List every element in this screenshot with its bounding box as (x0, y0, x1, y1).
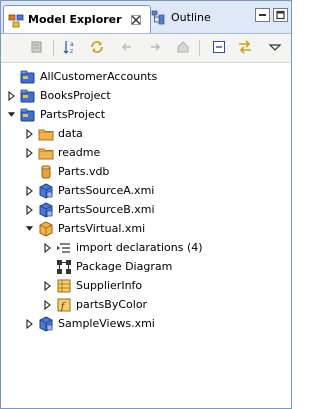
source-model-icon (38, 182, 54, 199)
project-icon (20, 69, 36, 85)
new-model-icon[interactable] (29, 39, 45, 55)
diagram-icon (56, 259, 72, 275)
toolbar-separator (199, 40, 200, 56)
tree-item-label: readme (58, 146, 101, 159)
tree-item-label: SupplierInfo (76, 279, 143, 292)
vdb-icon (38, 164, 54, 180)
folder-icon (38, 145, 54, 161)
sort-alphabetical-icon[interactable]: az (63, 39, 79, 55)
tree-item[interactable]: PartsSourceA.xmi (25, 181, 154, 200)
close-icon[interactable] (130, 14, 142, 26)
tab-model-explorer[interactable]: Model Explorer (3, 5, 151, 33)
outline-icon (151, 9, 167, 25)
tree-item[interactable]: data (25, 124, 83, 143)
tree-item-label: AllCustomerAccounts (40, 70, 158, 83)
source-model-icon (38, 315, 54, 332)
tree-item[interactable]: SampleViews.xmi (25, 314, 155, 333)
tree-item[interactable]: SupplierInfo (43, 276, 142, 295)
tree-item-label: PartsSourceA.xmi (58, 184, 155, 197)
expand-arrow-icon[interactable] (25, 200, 34, 219)
tree-item[interactable]: readme (25, 143, 100, 162)
forward-icon[interactable] (147, 39, 163, 55)
tab-label: Outline (171, 10, 211, 24)
tree-item[interactable]: Parts.vdb (25, 162, 109, 181)
expand-arrow-icon[interactable] (43, 276, 52, 295)
sync-icon[interactable] (237, 39, 253, 55)
expand-arrow-icon[interactable] (25, 314, 34, 333)
back-icon[interactable] (119, 39, 135, 55)
tree-item-label: Parts.vdb (58, 165, 110, 178)
tree-item-label: PartsSourceB.xmi (58, 203, 155, 216)
tab-outline[interactable]: Outline (151, 5, 221, 29)
home-icon[interactable] (175, 39, 191, 55)
expand-arrow-icon[interactable] (25, 124, 34, 143)
source-model-icon (38, 201, 54, 218)
maximize-icon[interactable] (273, 8, 288, 22)
expand-arrow-icon[interactable] (25, 143, 34, 162)
tree-item[interactable]: PartsSourceB.xmi (25, 200, 155, 219)
view-tab-bar: Model Explorer Outline (1, 1, 291, 34)
collapse-arrow-icon[interactable] (25, 219, 34, 238)
tree-item[interactable]: PartsProject (7, 105, 105, 124)
view-toolbar: az (1, 34, 291, 63)
expand-arrow-icon[interactable] (43, 238, 52, 257)
svg-text:z: z (70, 48, 73, 55)
virtual-model-icon (38, 220, 54, 237)
tree-item-label: SampleViews.xmi (58, 317, 155, 330)
project-icon (20, 107, 36, 123)
tree-item-label: partsByColor (76, 298, 148, 311)
tree-item[interactable]: AllCustomerAccounts (7, 67, 157, 86)
tree-item-label: BooksProject (40, 89, 111, 102)
expand-arrow-icon[interactable] (25, 181, 34, 200)
tab-label: Model Explorer (28, 13, 122, 26)
procedure-icon: f (56, 297, 72, 313)
collapse-all-icon[interactable] (211, 39, 227, 55)
expand-arrow-icon[interactable] (7, 86, 16, 105)
view-menu-icon[interactable] (267, 39, 283, 55)
folder-icon (38, 126, 54, 142)
tree-item-label: PartsProject (40, 108, 106, 121)
tree-item[interactable]: BooksProject (7, 86, 111, 105)
tree-item-label: data (58, 127, 83, 140)
svg-text:a: a (70, 41, 74, 48)
tree-item[interactable]: Package Diagram (43, 257, 172, 276)
table-icon (56, 278, 72, 294)
minimize-icon[interactable] (255, 8, 270, 22)
import-declarations-icon (56, 240, 72, 256)
model-explorer-icon (8, 12, 24, 28)
expand-arrow-icon[interactable] (43, 295, 52, 314)
project-icon (20, 88, 36, 104)
link-with-editor-icon[interactable] (89, 39, 105, 55)
model-explorer-panel: Model Explorer Outline a z AllCustomerAc… (0, 0, 292, 409)
tree-item[interactable]: f partsByColor (43, 295, 147, 314)
tree-item-label: PartsVirtual.xmi (58, 222, 146, 235)
tree-item[interactable]: PartsVirtual.xmi (25, 219, 145, 238)
tree-item-label: import declarations (4) (76, 241, 203, 254)
collapse-arrow-icon[interactable] (7, 105, 16, 124)
tree-item[interactable]: import declarations (4) (43, 238, 203, 257)
toolbar-separator (53, 40, 54, 56)
tree-item-label: Package Diagram (76, 260, 173, 273)
